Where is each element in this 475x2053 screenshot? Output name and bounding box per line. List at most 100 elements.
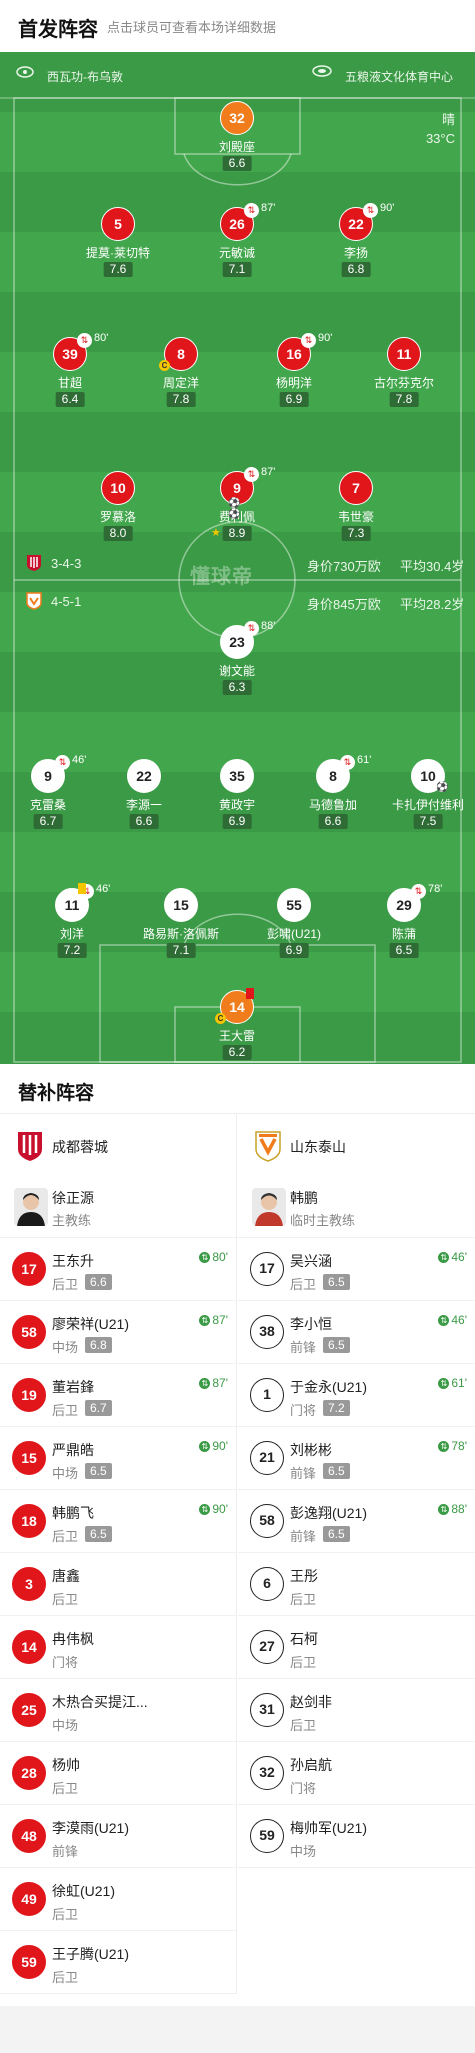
sub-player-name: 王彤: [290, 1568, 318, 1584]
player-name: 陈蒲: [391, 927, 416, 941]
sub-out-icon: ⇅: [244, 467, 259, 482]
sub-in-time: ⇅ 46': [438, 1313, 467, 1327]
sub-player-row[interactable]: 28 杨帅后卫: [0, 1742, 236, 1805]
sub-in-time: ⇅ 90': [199, 1502, 228, 1516]
sub-in-time: ⇅ 46': [438, 1250, 467, 1264]
lineup-subtitle: 点击球员可查看本场详细数据: [107, 20, 277, 35]
sub-player-row[interactable]: 58 廖荣祥(U21) 中场 6.8 ⇅ 87': [0, 1301, 236, 1364]
mvp-star-icon: ★: [211, 527, 221, 539]
sub-out-minute: 87': [261, 202, 276, 214]
home-team-name: 成都蓉城: [52, 1139, 108, 1155]
sub-player-row[interactable]: 18 韩鹏飞 后卫 6.5 ⇅ 90': [0, 1490, 236, 1553]
player-name: 李扬: [343, 246, 368, 260]
sub-player-number: 25: [12, 1693, 46, 1727]
player-rating: 7.8: [389, 392, 419, 407]
sub-in-icon: ⇅: [199, 1504, 211, 1515]
sub-player-row[interactable]: 59 王子腾(U21) 后卫: [0, 1931, 236, 1994]
sub-in-time: ⇅ 87': [199, 1376, 228, 1390]
coach-avatar: [252, 1188, 286, 1226]
sub-player-number: 32: [250, 1756, 284, 1790]
sub-out-icon: ⇅: [55, 755, 70, 770]
sub-player-row[interactable]: 48 李漠雨(U21) 前锋: [0, 1805, 236, 1868]
sub-player-row[interactable]: 27 石柯 后卫: [238, 1616, 475, 1679]
away-team-summary: 4-5-1 身价845万欧 平均28.2岁: [0, 592, 475, 614]
sub-out-minute: 61': [357, 754, 372, 766]
sub-player-number: 17: [12, 1252, 46, 1286]
sub-player-number: 58: [250, 1504, 284, 1538]
sub-player-name: 杨帅: [52, 1757, 80, 1773]
player-rating: 7.1: [166, 943, 196, 958]
away-team-row[interactable]: 山东泰山: [238, 1114, 475, 1176]
player-name: 王大雷: [218, 1029, 255, 1043]
home-team-row[interactable]: 成都蓉城: [0, 1114, 236, 1176]
sub-player-row[interactable]: 31 赵剑非 后卫: [238, 1679, 475, 1742]
sub-player-name: 董岩鋒: [52, 1379, 94, 1395]
sub-player-row[interactable]: 17 王东升 后卫 6.6 ⇅ 80': [0, 1238, 236, 1301]
sub-player-position: 后卫: [52, 1907, 79, 1922]
sub-in-icon: ⇅: [438, 1504, 450, 1515]
sub-player-rating: 7.2: [323, 1400, 350, 1416]
sub-player-position: 中场: [290, 1844, 317, 1859]
sub-player-row[interactable]: 59 梅帅军(U21) 中场: [238, 1805, 475, 1868]
sub-player-position: 后卫: [52, 1970, 79, 1985]
sub-player-row[interactable]: 15 严鼎皓 中场 6.5 ⇅ 90': [0, 1427, 236, 1490]
sub-player-number: 28: [12, 1756, 46, 1790]
sub-player-rating: 6.5: [85, 1526, 112, 1542]
player-rating: 6.5: [389, 943, 419, 958]
sub-player-row[interactable]: 6 王彤 后卫: [238, 1553, 475, 1616]
sub-in-minute: 87': [212, 1313, 228, 1327]
away-coach-row[interactable]: 韩鹏 临时主教练: [238, 1176, 475, 1238]
sub-in-time: ⇅ 90': [199, 1439, 228, 1453]
sub-out-icon: ⇅: [411, 884, 426, 899]
player-rating: 8.0: [103, 526, 133, 541]
sub-player-row[interactable]: 25 木热合买提江... 中场: [0, 1679, 236, 1742]
sub-out-minute: 46': [96, 883, 111, 895]
sub-player-rating: 6.5: [323, 1274, 350, 1290]
sub-player-rating: 6.7: [85, 1400, 112, 1416]
sub-player-name: 徐虹(U21): [52, 1883, 116, 1899]
sub-player-row[interactable]: 49 徐虹(U21) 后卫: [0, 1868, 236, 1931]
away-formation: 4-5-1: [51, 594, 82, 609]
home-coach-name: 徐正源: [52, 1190, 94, 1206]
sub-player-name: 吴兴涵: [290, 1253, 332, 1269]
player-rating: 7.2: [57, 943, 87, 958]
sub-player-row[interactable]: 17 吴兴涵 后卫 6.5 ⇅ 46': [238, 1238, 475, 1301]
home-team-summary: 3-4-3 身价730万欧 平均30.4岁: [0, 554, 475, 576]
sub-player-rating: 6.5: [323, 1337, 350, 1353]
player-name: 谢文能: [218, 664, 255, 678]
sub-player-row[interactable]: 58 彭逸翔(U21) 前锋 6.5 ⇅ 88': [238, 1490, 475, 1553]
sub-out-minute: 46': [72, 754, 87, 766]
lineup-title: 首发阵容: [18, 19, 98, 41]
sub-player-name: 唐鑫: [52, 1568, 80, 1584]
player-rating: 6.8: [341, 262, 371, 277]
sub-player-name: 刘彬彬: [290, 1442, 332, 1458]
sub-in-minute: 61': [451, 1376, 467, 1390]
away-team-age: 平均28.2岁: [400, 597, 465, 612]
sub-in-minute: 90': [212, 1502, 228, 1516]
sub-out-minute: 88': [261, 620, 276, 632]
home-coach-row[interactable]: 徐正源 主教练: [0, 1176, 236, 1238]
sub-player-row[interactable]: 3 唐鑫 后卫: [0, 1553, 236, 1616]
sub-out-icon: ⇅: [244, 621, 259, 636]
sub-player-row[interactable]: 32 孙启航 门将: [238, 1742, 475, 1805]
sub-player-name: 赵剑非: [290, 1694, 332, 1710]
player-rating: 7.5: [413, 814, 443, 829]
sub-player-position: 后卫: [52, 1781, 79, 1796]
sub-player-row[interactable]: 1 于金永(U21) 门将 7.2 ⇅ 61': [238, 1364, 475, 1427]
player-rating: 6.3: [222, 680, 252, 695]
sub-player-position: 中场: [52, 1466, 79, 1481]
sub-player-row[interactable]: 21 刘彬彬 前锋 6.5 ⇅ 78': [238, 1427, 475, 1490]
sub-player-row[interactable]: 38 李小恒 前锋 6.5 ⇅ 46': [238, 1301, 475, 1364]
sub-player-row[interactable]: 19 董岩鋒 后卫 6.7 ⇅ 87': [0, 1364, 236, 1427]
stadium-icon: [312, 65, 332, 77]
player-number: 15: [164, 888, 198, 922]
sub-player-rating: 6.8: [85, 1337, 112, 1353]
sub-player-number: 48: [12, 1819, 46, 1853]
away-coach-name: 韩鹏: [290, 1190, 318, 1206]
home-venue: 西瓦功-布乌敦: [47, 70, 123, 84]
pitch: 西瓦功-布乌敦 五粮液文化体育中心 晴 33°C 懂球帝 3-4-3 身价730…: [0, 52, 475, 1064]
home-team-value: 身价730万欧: [307, 559, 381, 574]
sub-player-row[interactable]: 14 冉伟枫 门将: [0, 1616, 236, 1679]
captain-badge: C: [159, 360, 170, 371]
sub-player-number: 18: [12, 1504, 46, 1538]
